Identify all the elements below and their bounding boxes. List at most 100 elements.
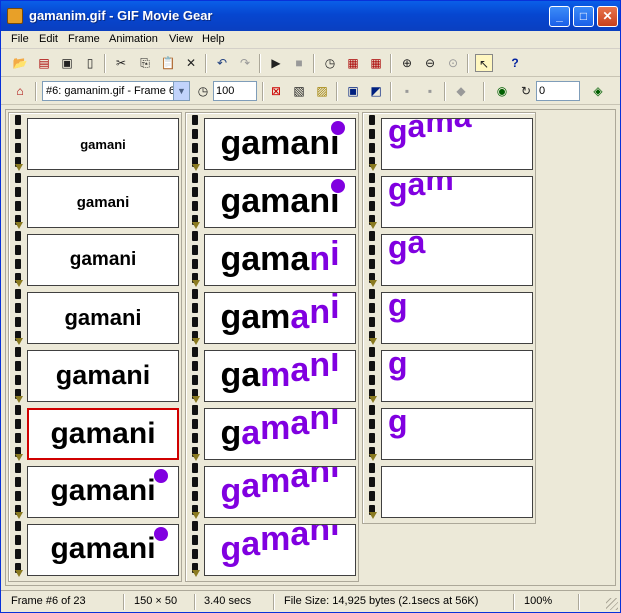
frame-thumbnail[interactable]: gamani: [9, 287, 183, 345]
frame-thumbnail[interactable]: gamani: [186, 519, 360, 577]
new-icon[interactable]: ▯: [81, 54, 99, 72]
frame-image[interactable]: gamani: [204, 408, 356, 460]
frame-thumbnail[interactable]: gamani: [186, 345, 360, 403]
shape-icon[interactable]: ◆: [452, 82, 470, 100]
frame-image[interactable]: gamani: [27, 292, 179, 344]
frame-thumbnail[interactable]: g: [363, 287, 537, 345]
menu-animation[interactable]: Animation: [109, 33, 158, 45]
frame-thumbnail[interactable]: gamani: [9, 345, 183, 403]
palette-icon[interactable]: ◩: [367, 82, 385, 100]
frame-select-icon[interactable]: ↖: [475, 54, 493, 72]
resize-grip-icon[interactable]: [606, 598, 618, 610]
move-left-icon[interactable]: ▪: [398, 82, 416, 100]
film-perforation: [15, 521, 21, 531]
optimize-icon[interactable]: ▨: [313, 82, 331, 100]
minimize-button[interactable]: _: [549, 6, 570, 27]
frame-thumbnail[interactable]: gamani: [186, 113, 360, 171]
frame-image[interactable]: [381, 466, 533, 518]
film-perforation: [369, 419, 375, 429]
move-right-icon[interactable]: ▪: [421, 82, 439, 100]
frame-thumbnail[interactable]: gamani: [9, 403, 183, 461]
chevron-down-icon[interactable]: ▼: [173, 82, 189, 100]
delete-frame-icon[interactable]: ⊠: [267, 82, 285, 100]
copy-icon[interactable]: ⎘: [136, 54, 154, 72]
frame-thumbnail[interactable]: g: [363, 403, 537, 461]
delete-icon[interactable]: ✕: [182, 54, 200, 72]
menu-edit[interactable]: Edit: [39, 33, 58, 45]
frame-image[interactable]: gam: [381, 176, 533, 228]
frame-image[interactable]: g: [381, 292, 533, 344]
title-bar[interactable]: gamanim.gif - GIF Movie Gear _ □ ✕: [1, 1, 620, 31]
timer-icon[interactable]: ◷: [321, 54, 339, 72]
menu-frame[interactable]: Frame: [68, 33, 100, 45]
cut-icon[interactable]: ✂: [112, 54, 130, 72]
frame-thumbnail[interactable]: gamani: [186, 171, 360, 229]
frame-select[interactable]: #6: gamanim.gif - Frame 6 ▼: [42, 81, 190, 101]
zoom-out-icon[interactable]: ⊖: [421, 54, 439, 72]
frame-image[interactable]: gamani: [27, 466, 179, 518]
frame-image[interactable]: g: [381, 408, 533, 460]
frame-image[interactable]: gamani: [27, 350, 179, 402]
frame-image[interactable]: gamani: [204, 466, 356, 518]
close-button[interactable]: ✕: [597, 6, 618, 27]
frame-image[interactable]: gama: [381, 118, 533, 170]
play-icon[interactable]: ▶: [267, 54, 285, 72]
filmstrip-icon[interactable]: ▤: [35, 54, 53, 72]
strip-b-icon[interactable]: ▦: [367, 54, 385, 72]
frame-thumbnail[interactable]: gamani: [9, 171, 183, 229]
frame-thumbnail[interactable]: gamani: [9, 461, 183, 519]
app-icon[interactable]: [7, 8, 23, 24]
frame-image[interactable]: gamani: [204, 234, 356, 286]
open-icon[interactable]: 📂: [11, 54, 29, 72]
frame-thumbnail[interactable]: gamani: [186, 461, 360, 519]
frame-thumbnail[interactable]: gamani: [9, 229, 183, 287]
frame-image[interactable]: gamani: [204, 118, 356, 170]
frame-image[interactable]: gamani: [204, 292, 356, 344]
frame-thumbnail[interactable]: g: [363, 345, 537, 403]
frame-image[interactable]: ga: [381, 234, 533, 286]
menu-file[interactable]: File: [11, 33, 29, 45]
zoom-in-icon[interactable]: ⊕: [398, 54, 416, 72]
zoom-reset-icon[interactable]: ⊙: [444, 54, 462, 72]
frame-image[interactable]: gamani: [27, 234, 179, 286]
paste-icon[interactable]: 📋: [159, 54, 177, 72]
frame-image[interactable]: gamani: [204, 524, 356, 576]
frame-thumbnail[interactable]: gam: [363, 171, 537, 229]
frame-thumbnail[interactable]: gamani: [9, 113, 183, 171]
frame-image[interactable]: gamani: [27, 118, 179, 170]
properties-icon[interactable]: ⌂: [11, 82, 29, 100]
frame-thumbnail[interactable]: gamani: [9, 519, 183, 577]
stop-icon[interactable]: ■: [290, 54, 308, 72]
frame-image[interactable]: gamani: [27, 176, 179, 228]
save-icon[interactable]: ▣: [58, 54, 76, 72]
menu-view[interactable]: View: [169, 33, 193, 45]
frame-text: gamani: [220, 466, 339, 510]
frame-text: g: [388, 408, 408, 439]
frame-image[interactable]: gamani: [204, 176, 356, 228]
undo-icon[interactable]: ↶: [213, 54, 231, 72]
film-perforation: [192, 347, 198, 357]
frame-image[interactable]: gamani: [27, 524, 179, 576]
redo-icon[interactable]: ↷: [236, 54, 254, 72]
frame-image[interactable]: gamani: [204, 350, 356, 402]
frame-thumbnail[interactable]: ga: [363, 229, 537, 287]
transparency-icon[interactable]: ▣: [344, 82, 362, 100]
maximize-button[interactable]: □: [573, 6, 594, 27]
frame-thumbnail[interactable]: gamani: [186, 403, 360, 461]
frame-thumbnail[interactable]: gama: [363, 113, 537, 171]
film-perforation: [15, 317, 21, 327]
globe-icon[interactable]: ◉: [493, 82, 511, 100]
selected-frame-image[interactable]: gamani: [27, 408, 179, 460]
frame-thumbnail[interactable]: gamani: [186, 229, 360, 287]
frame-workspace[interactable]: gamani gamani gamani gamani gamani gamani gama…: [5, 109, 616, 586]
loop-count-input[interactable]: 0: [536, 81, 580, 101]
delay-input[interactable]: 100: [213, 81, 257, 101]
preview-icon[interactable]: ◈: [589, 82, 607, 100]
frame-thumbnail[interactable]: gamani: [186, 287, 360, 345]
frame-thumbnail[interactable]: [363, 461, 537, 519]
crop-frame-icon[interactable]: ▧: [290, 82, 308, 100]
help-icon[interactable]: ?: [506, 54, 524, 72]
menu-help[interactable]: Help: [202, 33, 225, 45]
frame-image[interactable]: g: [381, 350, 533, 402]
strip-a-icon[interactable]: ▦: [344, 54, 362, 72]
